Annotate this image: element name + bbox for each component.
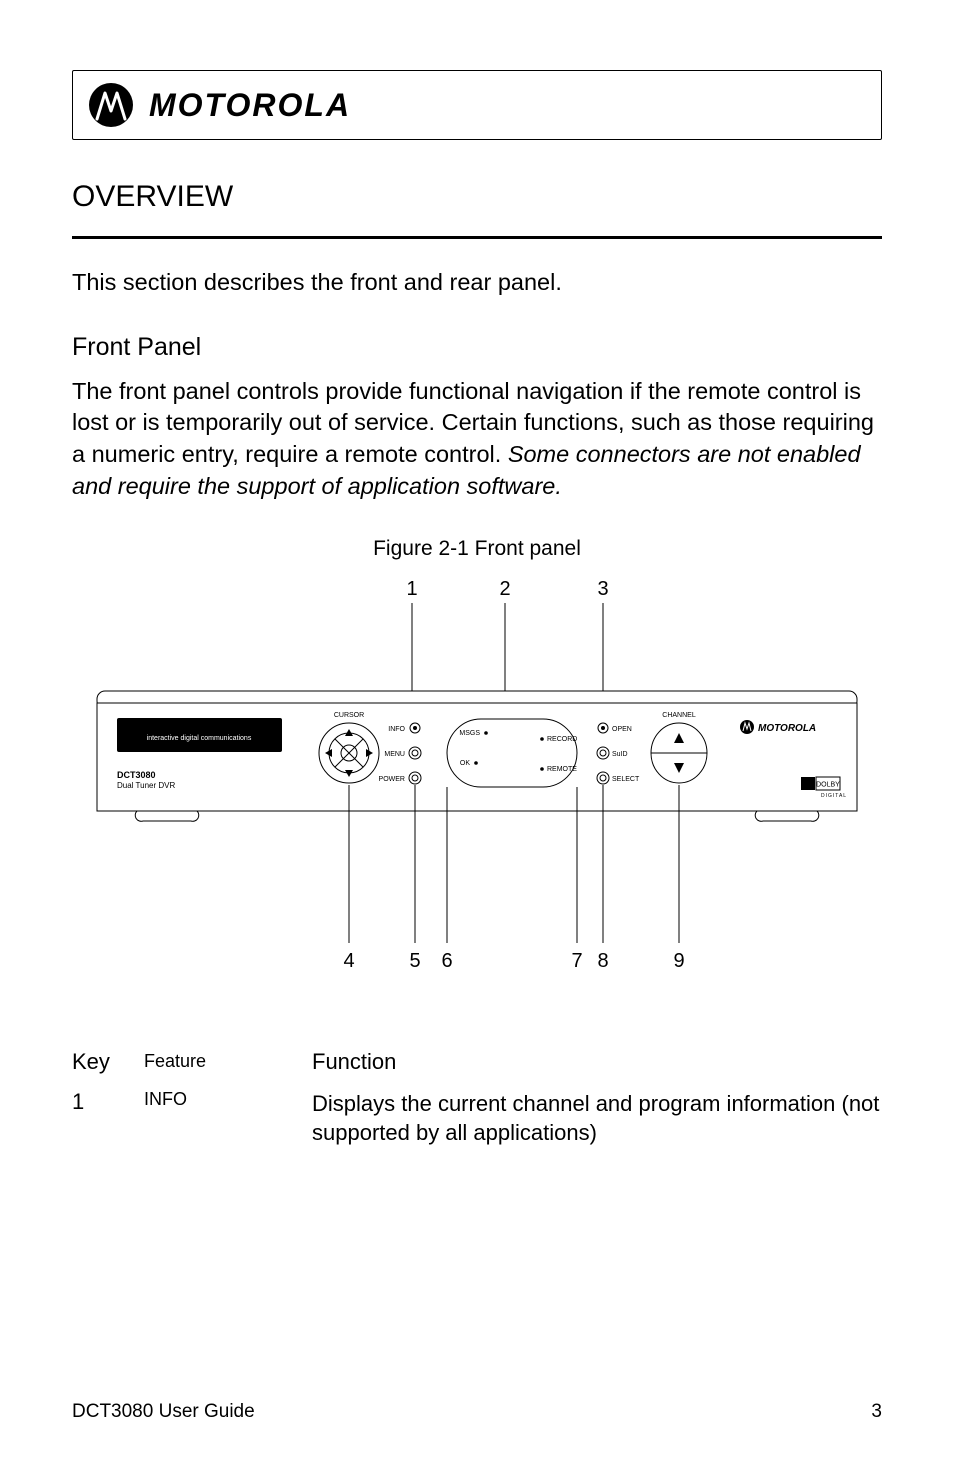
svg-text:OK: OK xyxy=(460,760,470,767)
svg-text:SuID: SuID xyxy=(612,751,628,758)
svg-text:REMOTE: REMOTE xyxy=(547,766,577,773)
svg-text:MENU: MENU xyxy=(384,751,405,758)
figure: 1 2 3 interactive digital communications xyxy=(72,573,882,993)
brand-text: MOTOROLA xyxy=(149,87,351,124)
svg-text:CURSOR: CURSOR xyxy=(334,712,364,719)
display-text: interactive digital communications xyxy=(147,735,252,742)
footer-right: 3 xyxy=(871,1401,882,1423)
callout-2: 2 xyxy=(499,578,510,600)
model-line2: Dual Tuner DVR xyxy=(117,781,175,790)
callout-5: 5 xyxy=(409,950,420,972)
cell-key: 1 xyxy=(72,1085,144,1148)
svg-text:DOLBY: DOLBY xyxy=(816,781,840,788)
cell-function: Displays the current channel and program… xyxy=(312,1085,882,1148)
svg-text:CHANNEL: CHANNEL xyxy=(662,712,696,719)
front-panel-title: Front Panel xyxy=(72,333,882,362)
callout-7: 7 xyxy=(571,950,582,972)
intro-paragraph: This section describes the front and rea… xyxy=(72,267,882,299)
th-feature: Feature xyxy=(144,1049,312,1085)
figure-caption: Figure 2-1 Front panel xyxy=(72,537,882,561)
callout-8: 8 xyxy=(597,950,608,972)
svg-text:RECORD: RECORD xyxy=(547,736,577,743)
svg-text:DIGITAL: DIGITAL xyxy=(821,793,847,799)
callout-1: 1 xyxy=(406,578,417,600)
table-row: 1 INFO Displays the current channel and … xyxy=(72,1085,882,1148)
model-line1: DCT3080 xyxy=(117,770,156,780)
svg-text:OPEN: OPEN xyxy=(612,726,632,733)
cell-feature: INFO xyxy=(144,1085,312,1148)
header-box: MOTOROLA xyxy=(72,70,882,140)
th-function: Function xyxy=(312,1049,882,1085)
th-key: Key xyxy=(72,1049,144,1085)
device-diagram: 1 2 3 interactive digital communications xyxy=(87,573,867,993)
section-title: OVERVIEW xyxy=(72,180,882,214)
motorola-logo-icon xyxy=(89,83,133,127)
footer-left: DCT3080 User Guide xyxy=(72,1401,255,1423)
callout-3: 3 xyxy=(597,578,608,600)
svg-text:SELECT: SELECT xyxy=(612,776,640,783)
callout-4: 4 xyxy=(343,950,354,972)
svg-text:MSGS: MSGS xyxy=(459,730,480,737)
front-panel-paragraph: The front panel controls provide functio… xyxy=(72,376,882,503)
footer: DCT3080 User Guide 3 xyxy=(0,1401,954,1423)
svg-text:POWER: POWER xyxy=(379,776,405,783)
device-brand: MOTOROLA xyxy=(758,723,816,734)
svg-text:INFO: INFO xyxy=(388,726,405,733)
callout-6: 6 xyxy=(441,950,452,972)
callout-9: 9 xyxy=(673,950,684,972)
feature-table: Key Feature Function 1 INFO Displays the… xyxy=(72,1049,882,1148)
section-rule xyxy=(72,236,882,239)
